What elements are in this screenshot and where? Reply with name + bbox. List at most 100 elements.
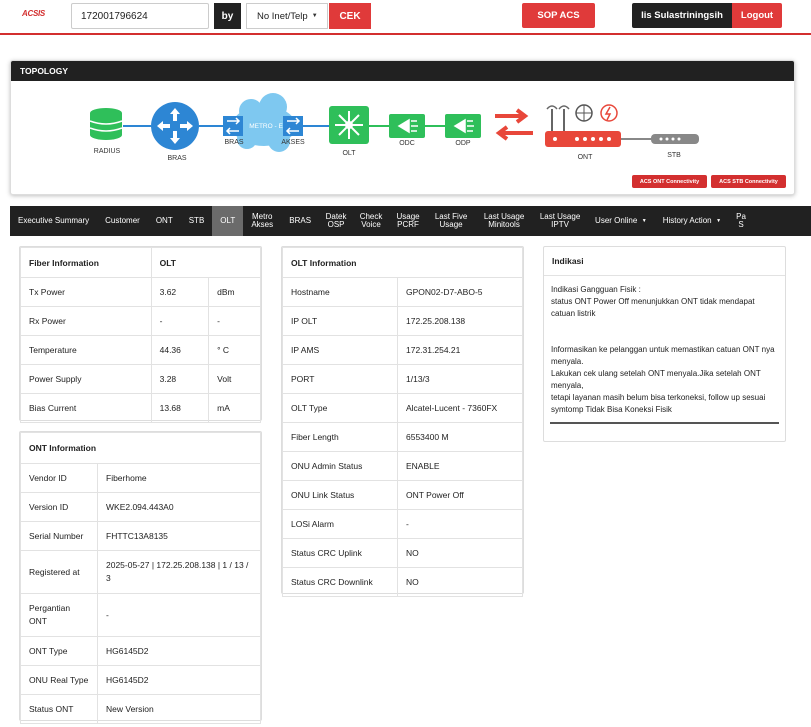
row-label: LOSi Alarm bbox=[282, 509, 398, 539]
by-label: by bbox=[214, 3, 241, 29]
row-label: IP OLT bbox=[282, 306, 398, 336]
logout-button[interactable]: Logout bbox=[732, 3, 782, 28]
bras-router-icon bbox=[151, 102, 199, 150]
row-value: GPON02-D7-ABO-5 bbox=[397, 277, 523, 307]
bras-label: BRAS bbox=[167, 155, 187, 162]
chevron-down-icon: ▼ bbox=[311, 13, 318, 19]
odp-label: ODP bbox=[455, 140, 471, 147]
row-label: Status CRC Downlink bbox=[282, 567, 398, 597]
caret-down-icon: ▼ bbox=[716, 218, 722, 224]
indikasi-line: status ONT Power Off menunjukkan ONT tid… bbox=[551, 297, 755, 318]
ont-info-title: ONT Information bbox=[20, 432, 261, 464]
row-label: Hostname bbox=[282, 277, 398, 307]
row-value: NO bbox=[397, 567, 523, 597]
sop-acs-button[interactable]: SOP ACS bbox=[522, 3, 595, 28]
app-logo[interactable]: ACSIS bbox=[22, 9, 45, 18]
caret-down-icon: ▼ bbox=[641, 218, 647, 224]
tab-last-usage-minitools[interactable]: Last Usage Minitools bbox=[475, 206, 533, 236]
indikasi-body: Indikasi Gangguan Fisik : status ONT Pow… bbox=[544, 276, 785, 416]
row-value: ONT Power Off bbox=[397, 480, 523, 510]
tab-ont[interactable]: ONT bbox=[148, 206, 181, 236]
row-label: PORT bbox=[282, 364, 398, 394]
tab-check-voice[interactable]: Check Voice bbox=[353, 206, 389, 236]
tab-last-five-usage[interactable]: Last Five Usage bbox=[427, 206, 475, 236]
tab-usage-pcrf[interactable]: Usage PCRF bbox=[389, 206, 427, 236]
topology-title: TOPOLOGY bbox=[11, 61, 794, 81]
row-value: ENABLE bbox=[397, 451, 523, 481]
stb-label: STB bbox=[667, 152, 681, 159]
row-value: NO bbox=[397, 538, 523, 568]
ont-label: ONT bbox=[577, 154, 593, 161]
row-unit: dBm bbox=[208, 277, 261, 307]
olt-label: OLT bbox=[342, 150, 356, 157]
row-label: Status ONT bbox=[20, 694, 98, 724]
row-value: Fiberhome bbox=[97, 463, 261, 493]
row-value: 3.62 bbox=[150, 277, 210, 307]
ont-information-panel: ONT Information Vendor ID Fiberhome Versi… bbox=[19, 431, 262, 724]
row-label: IP AMS bbox=[282, 335, 398, 365]
row-value: - bbox=[97, 593, 261, 637]
row-value: 6553400 M bbox=[397, 422, 523, 452]
search-input[interactable] bbox=[71, 3, 209, 29]
row-label: ONU Link Status bbox=[282, 480, 398, 510]
row-value: 13.68 bbox=[150, 393, 210, 423]
indikasi-line: Lakukan cek ulang setelah ONT menyala.Ji… bbox=[551, 369, 761, 390]
tab-user-online[interactable]: User Online ▼ bbox=[587, 206, 655, 236]
row-label: Status CRC Uplink bbox=[282, 538, 398, 568]
tab-overflow[interactable]: Pa S bbox=[729, 206, 753, 236]
row-label: Version ID bbox=[20, 492, 98, 522]
tab-bras[interactable]: BRAS bbox=[281, 206, 319, 236]
stb-icon bbox=[651, 134, 699, 144]
bras-switch-icon bbox=[223, 116, 243, 136]
row-unit: ° C bbox=[208, 335, 261, 365]
row-value: 3.28 bbox=[150, 364, 210, 394]
olt-info-title: OLT Information bbox=[282, 247, 523, 278]
tab-datek-osp[interactable]: Datek OSP bbox=[319, 206, 353, 236]
divider bbox=[550, 422, 779, 424]
odp-icon bbox=[445, 114, 481, 138]
tab-olt[interactable]: OLT bbox=[212, 206, 244, 236]
fiber-olt-header: OLT bbox=[150, 247, 262, 278]
row-label: Fiber Length bbox=[282, 422, 398, 452]
odc-label: ODC bbox=[399, 140, 415, 147]
row-label: Vendor ID bbox=[20, 463, 98, 493]
odc-icon bbox=[389, 114, 425, 138]
row-value: New Version bbox=[97, 694, 261, 724]
tab-executive-summary[interactable]: Executive Summary bbox=[10, 206, 97, 236]
fiber-header: Fiber Information bbox=[20, 247, 152, 278]
tab-metro-akses[interactable]: Metro Akses bbox=[243, 206, 281, 236]
acs-ont-connectivity-button[interactable]: ACS ONT Connectivity bbox=[632, 175, 707, 188]
row-label: OLT Type bbox=[282, 393, 398, 423]
row-label: Pergantian ONT bbox=[20, 593, 98, 637]
akses-label: AKSES bbox=[281, 139, 305, 146]
row-value: HG6145D2 bbox=[97, 636, 261, 666]
fiber-information-panel: Fiber Information OLT Tx Power 3.62 dBm Rx … bbox=[19, 246, 262, 423]
row-label: ONT Type bbox=[20, 636, 98, 666]
cek-button[interactable]: CEK bbox=[329, 3, 371, 29]
row-value: Alcatel-Lucent - 7360FX bbox=[397, 393, 523, 423]
row-label: ONU Real Type bbox=[20, 665, 98, 695]
row-label: Bias Current bbox=[20, 393, 152, 423]
row-value: 2025-05-27 | 172.25.208.138 | 1 / 13 / 3 bbox=[97, 550, 261, 594]
olt-icon bbox=[329, 106, 369, 144]
search-type-select[interactable]: No Inet/Telp ▼ bbox=[246, 3, 328, 29]
tab-last-usage-iptv[interactable]: Last Usage IPTV bbox=[533, 206, 587, 236]
indikasi-line: tetapi layanan masih belum bisa terkonek… bbox=[551, 393, 766, 414]
row-value: 1/13/3 bbox=[397, 364, 523, 394]
tab-history-action[interactable]: History Action ▼ bbox=[655, 206, 729, 236]
row-label: Serial Number bbox=[20, 521, 98, 551]
row-value: 172.25.208.138 bbox=[397, 306, 523, 336]
radius-label: RADIUS bbox=[93, 148, 121, 155]
row-value: 44.36 bbox=[150, 335, 210, 365]
metro-label: METRO - E bbox=[249, 123, 283, 130]
tab-stb[interactable]: STB bbox=[181, 206, 213, 236]
indikasi-panel: Indikasi Indikasi Gangguan Fisik : statu… bbox=[543, 246, 786, 442]
topology-panel: TOPOLOGY RADIUS BRAS BRAS METRO - E AKSE… bbox=[10, 60, 795, 195]
acs-stb-connectivity-button[interactable]: ACS STB Connectivity bbox=[711, 175, 786, 188]
row-label: ONU Admin Status bbox=[282, 451, 398, 481]
tab-customer[interactable]: Customer bbox=[97, 206, 148, 236]
row-label: Tx Power bbox=[20, 277, 152, 307]
indikasi-title: Indikasi bbox=[544, 247, 785, 276]
user-name-button[interactable]: Iis Sulastriningsih bbox=[632, 3, 732, 28]
top-bar: ACSIS by No Inet/Telp ▼ CEK SOP ACS Iis … bbox=[0, 0, 811, 35]
